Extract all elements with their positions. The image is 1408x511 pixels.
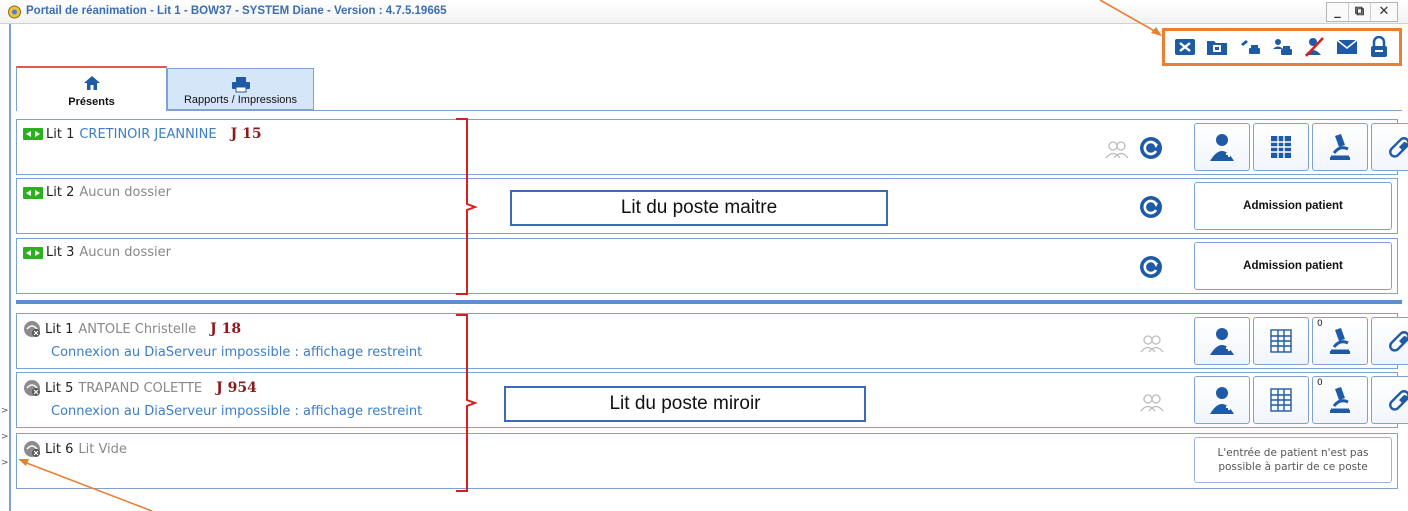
pill-icon	[1389, 390, 1408, 411]
grid-icon	[1271, 136, 1291, 158]
print-patient-icon[interactable]	[1238, 35, 1262, 59]
disconnected-icon	[24, 441, 40, 457]
bed-number: Lit 1	[46, 126, 75, 142]
expand-marker[interactable]: >	[1, 406, 9, 416]
mail-icon[interactable]	[1335, 35, 1359, 59]
close-button[interactable]: ✕	[1371, 3, 1397, 21]
bed-header: Lit 3 Aucun dossier	[23, 245, 185, 260]
bed-row[interactable]: Lit 3 Aucun dossier Admission patient	[16, 238, 1398, 294]
patient-name[interactable]: ANTOLE Christelle	[78, 322, 196, 337]
lab-results-button[interactable]: 0	[1312, 317, 1368, 365]
expand-marker[interactable]: >	[1, 432, 9, 442]
disconnected-icon	[24, 380, 40, 396]
print-user-icon[interactable]	[1270, 35, 1294, 59]
section-separator	[16, 300, 1402, 304]
patient-name: Lit Vide	[78, 441, 127, 457]
bed-connected-icon	[23, 246, 43, 259]
tab-label: Rapports / Impressions	[183, 94, 298, 106]
grid-icon	[1270, 388, 1292, 412]
group-users-icon[interactable]	[1139, 391, 1165, 415]
patient-file-button[interactable]	[1194, 123, 1250, 171]
patient-name[interactable]: CRETINOIR JEANNINE	[79, 127, 216, 142]
group-users-icon[interactable]	[1104, 138, 1130, 162]
home-icon	[83, 76, 100, 90]
bed-number: Lit 2	[46, 185, 75, 200]
refresh-icon[interactable]	[1139, 136, 1163, 160]
window-controls: _ ⧉ ✕	[1326, 2, 1398, 22]
printer-icon	[231, 77, 250, 93]
refresh-icon[interactable]	[1139, 195, 1163, 219]
lab-results-button[interactable]	[1312, 123, 1368, 171]
toolbar	[1162, 28, 1402, 66]
stay-day: J 15	[230, 126, 262, 142]
tab-label: Présents	[68, 96, 115, 108]
bed-row[interactable]: Lit 1 CRETINOIR JEANNINE J 15	[16, 119, 1408, 175]
lab-count-badge: 0	[1317, 378, 1323, 388]
treatment-button[interactable]	[1371, 376, 1408, 424]
table-view-button[interactable]	[1253, 123, 1309, 171]
open-folder-icon[interactable]	[1205, 35, 1229, 59]
mirror-annotation: Lit du poste miroir	[504, 386, 866, 422]
refresh-icon[interactable]	[1139, 255, 1163, 279]
grid-icon	[1270, 329, 1292, 353]
logout-user-icon[interactable]	[1302, 35, 1326, 59]
table-view-button[interactable]	[1253, 317, 1309, 365]
pill-icon	[1389, 331, 1408, 352]
restore-button[interactable]: ⧉	[1349, 3, 1371, 21]
expand-marker[interactable]: >	[1, 458, 9, 468]
patient-name: Aucun dossier	[79, 185, 171, 200]
bed-row[interactable]: Lit 1 ANTOLE Christelle J 18 Connexion a…	[16, 313, 1408, 369]
title-bar: Portail de réanimation - Lit 1 - BOW37 -…	[0, 0, 1408, 24]
bed-header: Lit 1 ANTOLE Christelle J 18	[23, 320, 241, 338]
bed-number: Lit 5	[45, 380, 74, 396]
bed-header: Lit 2 Aucun dossier	[23, 185, 185, 200]
app-icon	[8, 5, 21, 19]
lab-count-badge: 0	[1317, 319, 1323, 329]
tab-rapports[interactable]: Rapports / Impressions	[167, 68, 314, 110]
bed-header: Lit 1 CRETINOIR JEANNINE J 15	[23, 126, 262, 142]
close-session-icon[interactable]	[1173, 35, 1197, 59]
microscope-icon	[1330, 387, 1350, 413]
doctor-icon	[1210, 328, 1234, 355]
patient-file-button[interactable]	[1194, 317, 1250, 365]
bed-number: Lit 1	[45, 321, 74, 337]
admission-patient-button[interactable]: Admission patient	[1194, 242, 1392, 290]
bed-connected-icon	[23, 128, 43, 140]
table-view-button[interactable]	[1253, 376, 1309, 424]
patient-file-button[interactable]	[1194, 376, 1250, 424]
minimize-button[interactable]: _	[1327, 3, 1349, 21]
admission-unavailable-notice: L'entrée de patient n'est pas possible à…	[1194, 437, 1392, 483]
bed-number: Lit 6	[45, 441, 74, 457]
bed-connected-icon	[23, 186, 43, 199]
disconnected-icon	[24, 321, 40, 337]
bed-header: Lit 6 Lit Vide	[23, 440, 141, 458]
toolbar-arrowhead	[1151, 27, 1162, 36]
lock-icon[interactable]	[1367, 35, 1391, 59]
treatment-button[interactable]	[1371, 123, 1408, 171]
group-users-icon[interactable]	[1139, 332, 1165, 356]
bed-header: Lit 5 TRAPAND COLETTE J 954	[23, 379, 257, 397]
doctor-icon	[1210, 134, 1234, 161]
microscope-icon	[1330, 134, 1350, 160]
microscope-icon	[1330, 328, 1350, 354]
tab-presents[interactable]: Présents	[16, 66, 167, 111]
patient-name: Aucun dossier	[79, 245, 171, 260]
left-edge-bar	[9, 24, 11, 511]
admission-patient-button[interactable]: Admission patient	[1194, 182, 1392, 230]
pill-icon	[1389, 137, 1408, 158]
master-annotation: Lit du poste maitre	[510, 190, 888, 226]
treatment-button[interactable]	[1371, 317, 1408, 365]
tab-underline	[16, 110, 1402, 111]
connection-warning: Connexion au DiaServeur impossible : aff…	[51, 345, 423, 360]
stay-day: J 18	[210, 321, 242, 337]
lab-results-button[interactable]: 0	[1312, 376, 1368, 424]
connection-warning: Connexion au DiaServeur impossible : aff…	[51, 404, 423, 419]
window-title: Portail de réanimation - Lit 1 - BOW37 -…	[26, 5, 447, 17]
bed-row[interactable]: Lit 6 Lit Vide L'entrée de patient n'est…	[16, 433, 1398, 489]
patient-name[interactable]: TRAPAND COLETTE	[78, 381, 202, 396]
bed-number: Lit 3	[46, 245, 75, 260]
stay-day: J 954	[216, 380, 257, 396]
doctor-icon	[1210, 387, 1234, 414]
